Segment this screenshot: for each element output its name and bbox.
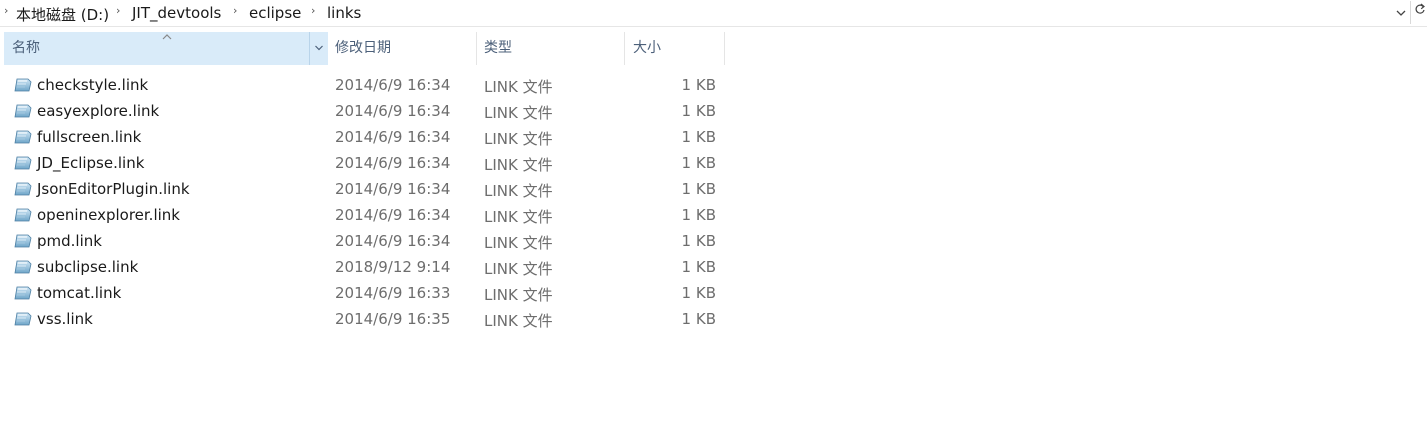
- file-row[interactable]: vss.link 2014/6/9 16:35 LINK 文件 1 KB: [0, 306, 730, 332]
- file-name: easyexplore.link: [37, 102, 160, 120]
- file-name: checkstyle.link: [37, 76, 149, 94]
- file-type: LINK 文件: [484, 130, 553, 148]
- file-modified-date: 2014/6/9 16:34: [335, 180, 451, 198]
- column-header-name[interactable]: 名称: [4, 32, 328, 65]
- file-type: LINK 文件: [484, 234, 553, 252]
- breadcrumb-separator-icon[interactable]: ›: [311, 4, 315, 17]
- file-size: 1 KB: [681, 232, 716, 250]
- link-file-icon: [14, 78, 32, 92]
- breadcrumb-item-drive[interactable]: 本地磁盘 (D:): [16, 4, 109, 25]
- link-file-icon: [14, 208, 32, 222]
- file-size: 1 KB: [681, 180, 716, 198]
- column-header-date[interactable]: 修改日期: [327, 32, 477, 65]
- link-file-icon: [14, 234, 32, 248]
- file-name: JsonEditorPlugin.link: [37, 180, 190, 198]
- file-name: fullscreen.link: [37, 128, 142, 146]
- file-size: 1 KB: [681, 310, 716, 328]
- file-row[interactable]: JsonEditorPlugin.link 2014/6/9 16:34 LIN…: [0, 176, 730, 202]
- file-modified-date: 2014/6/9 16:33: [335, 284, 451, 302]
- breadcrumb-chevron-icon[interactable]: ›: [4, 4, 8, 17]
- file-type: LINK 文件: [484, 104, 553, 122]
- file-size: 1 KB: [681, 154, 716, 172]
- file-type: LINK 文件: [484, 260, 553, 278]
- file-size: 1 KB: [681, 128, 716, 146]
- link-file-icon: [14, 104, 32, 118]
- file-row[interactable]: pmd.link 2014/6/9 16:34 LINK 文件 1 KB: [0, 228, 730, 254]
- link-file-icon: [14, 182, 32, 196]
- file-type: LINK 文件: [484, 312, 553, 330]
- breadcrumb-separator-icon[interactable]: ›: [116, 4, 120, 17]
- file-name: vss.link: [37, 310, 93, 328]
- file-modified-date: 2014/6/9 16:34: [335, 102, 451, 120]
- link-file-icon: [14, 156, 32, 170]
- file-modified-date: 2014/6/9 16:34: [335, 206, 451, 224]
- address-bar[interactable]: › 本地磁盘 (D:) › JIT_devtools › eclipse › l…: [0, 0, 1427, 27]
- file-type: LINK 文件: [484, 182, 553, 200]
- file-name: pmd.link: [37, 232, 102, 250]
- column-header-type[interactable]: 类型: [476, 32, 625, 65]
- file-name: JD_Eclipse.link: [37, 154, 145, 172]
- file-row[interactable]: subclipse.link 2018/9/12 9:14 LINK 文件 1 …: [0, 254, 730, 280]
- breadcrumb-item-links[interactable]: links: [327, 4, 361, 22]
- breadcrumb-separator-icon[interactable]: ›: [233, 4, 237, 17]
- file-name: tomcat.link: [37, 284, 122, 302]
- file-size: 1 KB: [681, 258, 716, 276]
- breadcrumb-item-eclipse[interactable]: eclipse: [249, 4, 301, 22]
- file-modified-date: 2014/6/9 16:34: [335, 128, 451, 146]
- file-type: LINK 文件: [484, 78, 553, 96]
- sort-ascending-icon: [162, 21, 172, 54]
- file-row[interactable]: JD_Eclipse.link 2014/6/9 16:34 LINK 文件 1…: [0, 150, 730, 176]
- file-row[interactable]: tomcat.link 2014/6/9 16:33 LINK 文件 1 KB: [0, 280, 730, 306]
- file-type: LINK 文件: [484, 286, 553, 304]
- file-name: subclipse.link: [37, 258, 139, 276]
- file-modified-date: 2018/9/12 9:14: [335, 258, 451, 276]
- link-file-icon: [14, 312, 32, 326]
- link-file-icon: [14, 286, 32, 300]
- column-header-name-label: 名称: [12, 40, 40, 56]
- column-header-row: 名称 修改日期 类型 大小: [0, 32, 1427, 65]
- refresh-icon[interactable]: [1410, 1, 1427, 24]
- file-row[interactable]: easyexplore.link 2014/6/9 16:34 LINK 文件 …: [0, 98, 730, 124]
- link-file-icon: [14, 260, 32, 274]
- column-header-type-label: 类型: [484, 40, 512, 56]
- file-size: 1 KB: [681, 284, 716, 302]
- column-header-size[interactable]: 大小: [625, 32, 725, 65]
- file-name: openinexplorer.link: [37, 206, 180, 224]
- chevron-down-icon[interactable]: [1394, 4, 1408, 22]
- file-size: 1 KB: [681, 76, 716, 94]
- breadcrumb-item-jit-devtools[interactable]: JIT_devtools: [132, 4, 221, 22]
- column-dropdown-chevron-icon[interactable]: [309, 32, 328, 65]
- link-file-icon: [14, 130, 32, 144]
- file-row[interactable]: fullscreen.link 2014/6/9 16:34 LINK 文件 1…: [0, 124, 730, 150]
- file-modified-date: 2014/6/9 16:35: [335, 310, 451, 328]
- file-size: 1 KB: [681, 102, 716, 120]
- file-row[interactable]: checkstyle.link 2014/6/9 16:34 LINK 文件 1…: [0, 72, 730, 98]
- file-type: LINK 文件: [484, 156, 553, 174]
- file-modified-date: 2014/6/9 16:34: [335, 232, 451, 250]
- file-modified-date: 2014/6/9 16:34: [335, 76, 451, 94]
- file-type: LINK 文件: [484, 208, 553, 226]
- file-modified-date: 2014/6/9 16:34: [335, 154, 451, 172]
- file-size: 1 KB: [681, 206, 716, 224]
- column-header-size-label: 大小: [633, 40, 661, 56]
- file-row[interactable]: openinexplorer.link 2014/6/9 16:34 LINK …: [0, 202, 730, 228]
- file-list: checkstyle.link 2014/6/9 16:34 LINK 文件 1…: [0, 72, 730, 332]
- column-header-date-label: 修改日期: [335, 40, 391, 56]
